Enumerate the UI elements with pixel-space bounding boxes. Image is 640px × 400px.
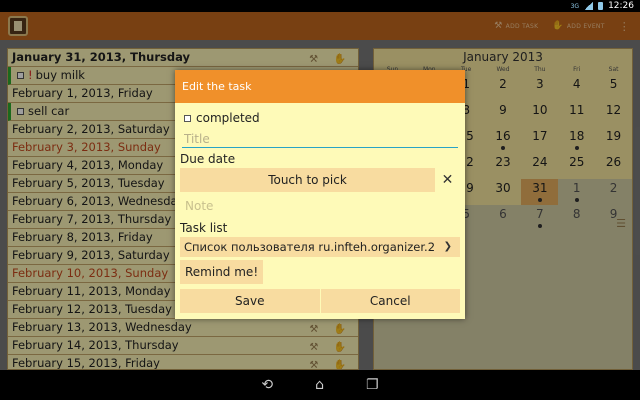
signal-icon bbox=[584, 2, 594, 10]
note-input[interactable] bbox=[180, 195, 460, 217]
remind-me-button[interactable]: Remind me! bbox=[180, 260, 264, 284]
title-field-wrap bbox=[182, 128, 458, 149]
cancel-button[interactable]: Cancel bbox=[320, 289, 460, 313]
note-field-wrap bbox=[180, 195, 460, 217]
chevron-down-icon: ❯ bbox=[443, 241, 452, 252]
signal-label: 3G bbox=[570, 2, 580, 10]
clear-icon[interactable]: ✕ bbox=[435, 172, 460, 188]
task-list-label: Task list bbox=[180, 221, 228, 235]
edit-task-dialog: Edit the task completed Due date Touch t… bbox=[175, 70, 465, 319]
battery-icon bbox=[598, 2, 604, 10]
home-icon[interactable]: ⌂ bbox=[315, 377, 324, 393]
task-list-select[interactable]: Список пользователя ru.infteh.organizer.… bbox=[180, 237, 460, 257]
task-list-value: Список пользователя ru.infteh.organizer.… bbox=[184, 240, 436, 254]
recents-icon[interactable]: ❐ bbox=[366, 377, 379, 393]
dialog-title: Edit the task bbox=[175, 70, 465, 103]
due-date-picker-button[interactable]: Touch to pick bbox=[180, 168, 435, 192]
clock: 12:26 bbox=[608, 1, 634, 11]
completed-label: completed bbox=[196, 111, 260, 125]
title-input[interactable] bbox=[182, 129, 458, 149]
completed-checkbox[interactable]: completed bbox=[180, 111, 460, 125]
due-date-label: Due date bbox=[180, 152, 236, 166]
status-bar: 3G 12:26 bbox=[0, 0, 640, 12]
navigation-bar: ⟲ ⌂ ❐ bbox=[0, 370, 640, 400]
checkbox-icon[interactable] bbox=[184, 115, 191, 122]
status-icons: 3G 12:26 bbox=[571, 0, 634, 12]
back-icon[interactable]: ⟲ bbox=[261, 377, 273, 393]
save-button[interactable]: Save bbox=[180, 289, 320, 313]
